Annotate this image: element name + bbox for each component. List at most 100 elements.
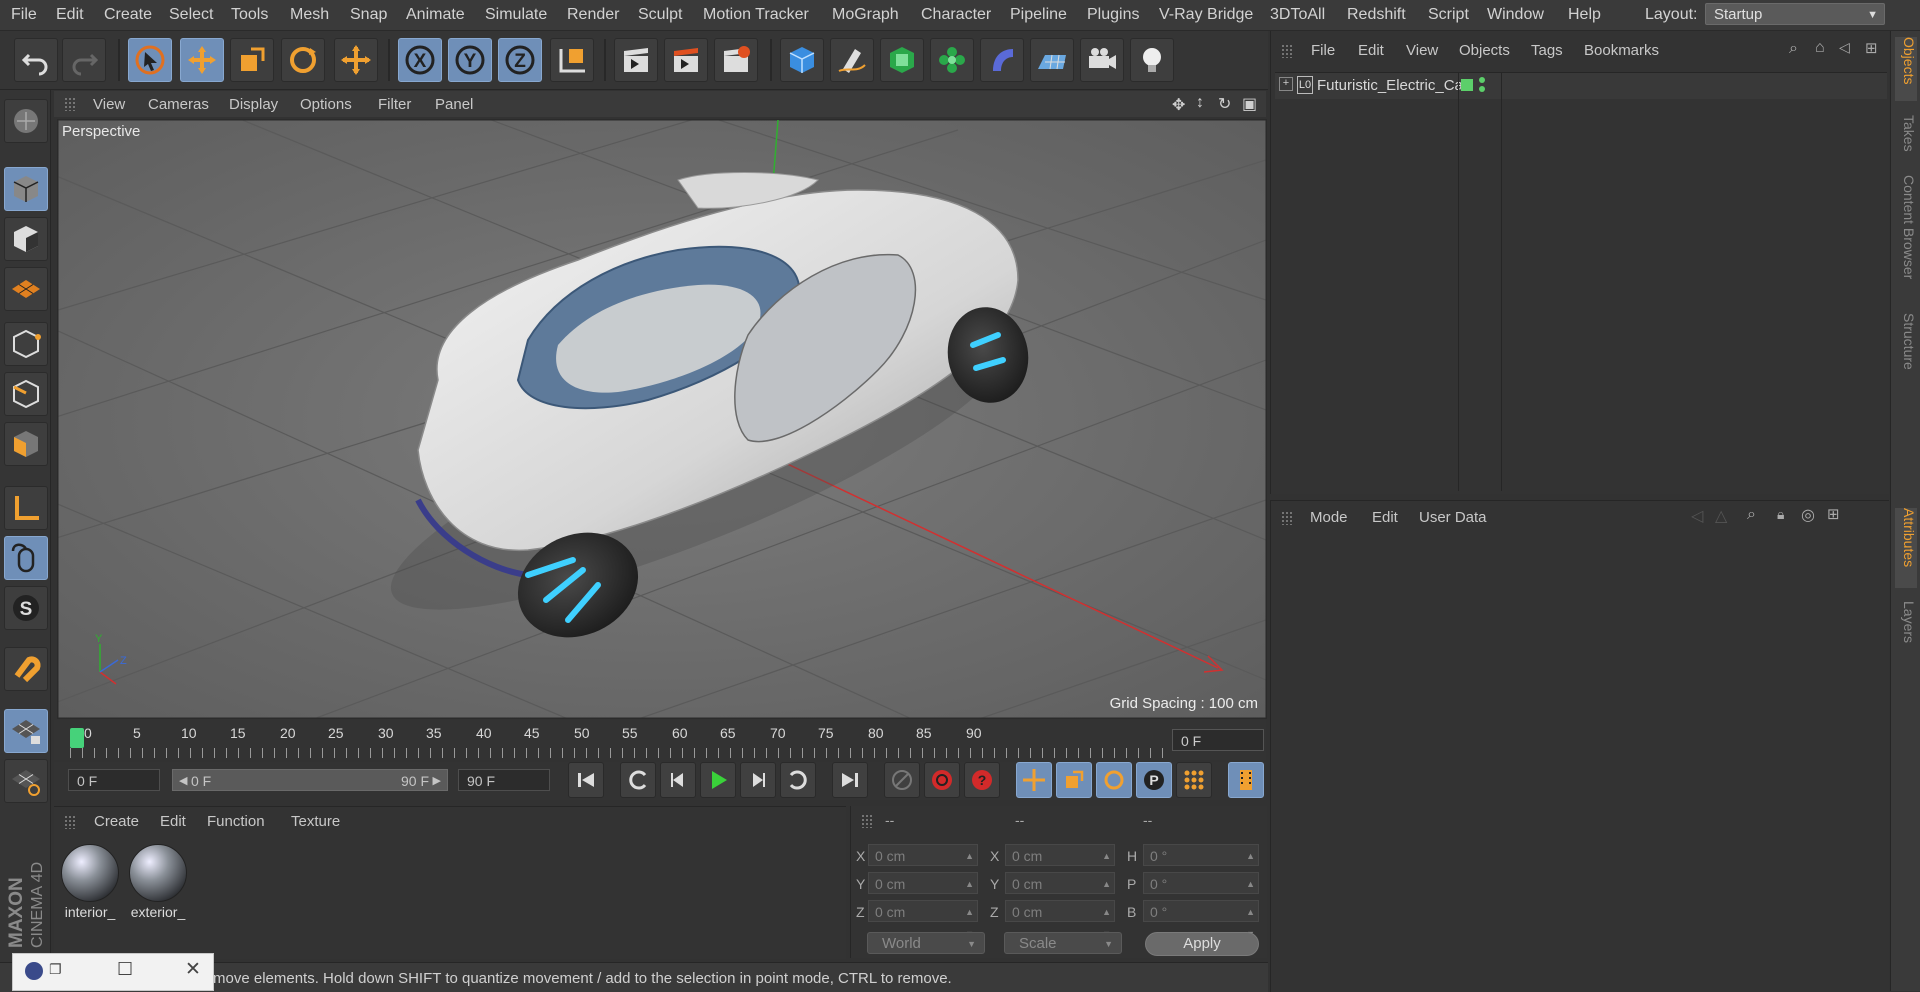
next-frame-button[interactable] [740,762,776,798]
menu-render[interactable]: Render [567,6,619,24]
previous-key-button[interactable] [620,762,656,798]
start-frame-field[interactable]: 0 F [68,769,160,791]
viewport-menu-options[interactable]: Options [300,96,352,113]
magnet-button[interactable] [4,647,48,691]
perspective-viewport[interactable]: Y Z Perspective Grid Spacing : 100 cm [57,119,1267,719]
key-point-level-button[interactable] [1176,762,1212,798]
motion-record-button[interactable] [884,762,920,798]
previous-frame-button[interactable] [660,762,696,798]
coordinate-space-select[interactable]: World ▼ [867,932,985,954]
redo-button[interactable] [62,38,106,82]
back-icon[interactable]: ◁ [1839,39,1850,56]
tab-attributes[interactable]: Attributes [1895,508,1917,588]
workplane-mode-button[interactable] [4,267,48,311]
move-tool-button[interactable] [180,38,224,82]
menu-help[interactable]: Help [1568,6,1601,24]
menu-redshift[interactable]: Redshift [1347,6,1406,24]
live-selection-button[interactable] [128,38,172,82]
material-menu-texture[interactable]: Texture [291,813,340,830]
transform-tool-button[interactable] [334,38,378,82]
size-y-field[interactable]: 0 cm▲▼ [1005,872,1115,911]
object-menu-bookmarks[interactable]: Bookmarks [1584,42,1659,59]
object-menu-view[interactable]: View [1406,42,1438,59]
menu-window[interactable]: Window [1487,6,1544,24]
rotation-h-field[interactable]: 0 °▲▼ [1143,844,1259,883]
end-frame-field[interactable]: 90 F [458,769,550,791]
cloner-button[interactable] [930,38,974,82]
menu-script[interactable]: Script [1428,6,1469,24]
position-z-field[interactable]: 0 cm▲▼ [868,900,978,939]
back-arrow-icon[interactable]: ◁ [1691,506,1703,526]
layout-select[interactable]: Startup ▼ [1705,3,1885,25]
edges-mode-button[interactable] [4,372,48,416]
attribute-menu-user-data[interactable]: User Data [1419,509,1487,526]
target-icon[interactable]: ◎ [1801,505,1815,525]
rotation-b-field[interactable]: 0 °▲▼ [1143,900,1259,939]
object-menu-file[interactable]: File [1311,42,1335,59]
timeline[interactable]: 0 5 10 15 20 25 30 35 40 45 50 55 60 65 … [54,720,1266,760]
menu-vray-bridge[interactable]: V-Ray Bridge [1159,6,1253,24]
deformer-button[interactable] [980,38,1024,82]
viewport-menu-view[interactable]: View [93,96,125,113]
menu-snap[interactable]: Snap [350,6,387,24]
planar-workplane-button[interactable] [4,759,48,803]
camera-button[interactable] [1080,38,1124,82]
key-rotation-button[interactable] [1096,762,1132,798]
apply-button[interactable]: Apply [1145,932,1259,956]
object-menu-edit[interactable]: Edit [1358,42,1384,59]
tab-content-browser[interactable]: Content Browser [1895,175,1917,279]
timeline-window-button[interactable] [1228,762,1264,798]
rotation-p-field[interactable]: 0 °▲▼ [1143,872,1259,911]
editor-visibility-dot[interactable] [1479,77,1485,83]
lock-icon[interactable]: 🔒︎ [1777,506,1784,523]
menu-animate[interactable]: Animate [406,6,465,24]
render-visibility-dot[interactable] [1479,86,1485,92]
attribute-menu-edit[interactable]: Edit [1372,509,1398,526]
material-swatch-interior[interactable]: interior_ [59,842,121,922]
light-button[interactable] [1130,38,1174,82]
viewport-menu-display[interactable]: Display [229,96,278,113]
render-view-button[interactable] [614,38,658,82]
go-to-start-button[interactable] [568,762,604,798]
menu-plugins[interactable]: Plugins [1087,6,1139,24]
search-icon[interactable]: ⌕ [1747,506,1756,524]
preview-range-slider[interactable]: ◀ 0 F 90 F ▶ [172,769,448,791]
timeline-playhead[interactable] [70,728,84,748]
make-editable-button[interactable] [4,99,48,143]
minimized-window-bar[interactable]: ❐ ☐ ✕ [12,953,214,991]
rotate-view-icon[interactable]: ↻ [1218,94,1231,114]
maximize-icon[interactable]: ☐ [117,959,133,980]
position-y-field[interactable]: 0 cm▲▼ [868,872,978,911]
coordinate-system-button[interactable] [550,38,594,82]
pan-view-icon[interactable]: ✥ [1172,95,1185,115]
menu-create[interactable]: Create [104,6,152,24]
menu-motion-tracker[interactable]: Motion Tracker [703,6,809,24]
new-panel-icon[interactable]: ⊞ [1827,505,1840,523]
new-panel-icon[interactable]: ⊞ [1865,39,1878,57]
menu-character[interactable]: Character [921,6,991,24]
close-icon[interactable]: ✕ [185,958,201,981]
expand-icon[interactable]: + [1279,77,1293,91]
tab-layers[interactable]: Layers [1895,601,1917,643]
current-frame-field[interactable]: 0 F [1172,729,1264,751]
viewport-menu-cameras[interactable]: Cameras [148,96,209,113]
viewport-menu-panel[interactable]: Panel [435,96,473,113]
material-menu-function[interactable]: Function [207,813,265,830]
size-mode-select[interactable]: Scale ▼ [1004,932,1122,954]
menu-pipeline[interactable]: Pipeline [1010,6,1067,24]
key-position-button[interactable] [1016,762,1052,798]
material-menu-create[interactable]: Create [94,813,139,830]
size-z-field[interactable]: 0 cm▲▼ [1005,900,1115,939]
render-to-picture-viewer-button[interactable] [664,38,708,82]
next-key-button[interactable] [780,762,816,798]
spline-pen-button[interactable] [830,38,874,82]
attribute-menu-mode[interactable]: Mode [1310,509,1348,526]
object-menu-objects[interactable]: Objects [1459,42,1510,59]
object-row[interactable]: + L0 Futuristic_Electric_Car [1275,73,1887,491]
floor-button[interactable] [1030,38,1074,82]
y-axis-lock-button[interactable]: Y [448,38,492,82]
z-axis-lock-button[interactable]: Z [498,38,542,82]
model-mode-button[interactable] [4,167,48,211]
rotate-tool-button[interactable] [281,38,325,82]
record-keys-button[interactable] [924,762,960,798]
